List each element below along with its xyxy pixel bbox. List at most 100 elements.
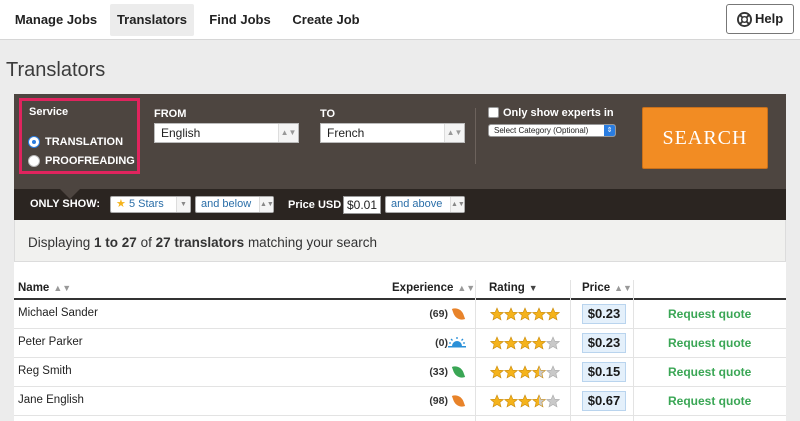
only-show-label: ONLY SHOW:	[30, 198, 101, 210]
sort-icon: ▲▼	[614, 283, 632, 293]
star-icon	[546, 307, 560, 321]
price-badge: $0.23	[582, 333, 626, 353]
request-quote-link[interactable]: Request quote	[668, 307, 751, 321]
row-separator	[14, 328, 786, 329]
experts-checkbox[interactable]	[488, 107, 499, 118]
rating-stars	[490, 365, 560, 379]
header-name-label: Name	[18, 282, 50, 294]
tab-manage-jobs[interactable]: Manage Jobs	[8, 4, 104, 36]
translation-label[interactable]: TRANSLATION	[45, 136, 123, 148]
lifebuoy-icon	[737, 12, 752, 27]
row-separator	[14, 386, 786, 387]
help-button[interactable]: Help	[726, 4, 794, 34]
header-rating[interactable]: Rating ▼	[489, 282, 538, 294]
header-price-label: Price	[582, 282, 611, 294]
translation-radio[interactable]	[28, 136, 40, 148]
stars-modifier-select[interactable]: and below ▲▼	[195, 196, 274, 213]
price-modifier-value: and above	[391, 198, 443, 210]
price-modifier-select[interactable]: and above ▲▼	[385, 196, 465, 213]
request-quote-link[interactable]: Request quote	[668, 394, 751, 408]
star-icon	[546, 336, 560, 350]
proofreading-label[interactable]: PROOFREADING	[45, 155, 135, 167]
to-label: TO	[320, 108, 336, 120]
category-value: Select Category (Optional)	[494, 126, 589, 135]
service-label: Service	[29, 106, 69, 118]
proofreading-radio[interactable]	[28, 155, 40, 167]
star-icon: ★	[116, 198, 126, 210]
star-icon	[518, 307, 532, 321]
top-nav: Manage Jobs Translators Find Jobs Create…	[0, 0, 800, 40]
star-icon	[546, 394, 560, 408]
star-icon	[518, 394, 532, 408]
experience-count: (0)	[435, 337, 448, 349]
price-badge: $0.67	[582, 391, 626, 411]
header-experience[interactable]: Experience ▲▼	[392, 282, 475, 294]
star-icon	[504, 336, 518, 350]
category-select[interactable]: Select Category (Optional) ⇕	[488, 124, 616, 137]
stars-select[interactable]: ★ 5 Stars ▼	[110, 196, 191, 213]
header-price[interactable]: Price ▲▼	[582, 282, 632, 294]
request-quote-link[interactable]: Request quote	[668, 336, 751, 350]
star-icon	[532, 365, 546, 379]
star-icon	[490, 394, 504, 408]
rating-stars	[490, 336, 560, 350]
experience-count: (33)	[429, 366, 448, 378]
results-summary-text: Displaying 1 to 27 of 27 translators mat…	[28, 235, 377, 250]
tab-find-jobs[interactable]: Find Jobs	[202, 4, 278, 36]
star-icon	[518, 365, 532, 379]
price-label: Price USD	[288, 199, 342, 211]
star-icon	[532, 336, 546, 350]
column-divider	[633, 280, 634, 421]
search-button[interactable]: SEARCH	[642, 107, 768, 169]
star-icon	[490, 365, 504, 379]
page-title: Translators	[6, 59, 106, 81]
select-arrow-icon: ▲▼	[259, 197, 274, 212]
sort-icon: ▲▼	[53, 283, 72, 293]
table-header-line	[14, 298, 786, 300]
column-divider	[475, 280, 476, 421]
select-arrow-icon: ▲▼	[450, 197, 465, 212]
request-quote-link[interactable]: Request quote	[668, 365, 751, 379]
header-name[interactable]: Name ▲▼	[18, 282, 71, 294]
from-label: FROM	[154, 108, 187, 120]
star-icon	[532, 394, 546, 408]
price-input[interactable]: $0.01	[343, 196, 381, 214]
tab-translators[interactable]: Translators	[110, 4, 194, 36]
rating-stars	[490, 307, 560, 321]
sunrise-icon	[448, 337, 466, 348]
summary-total: 27 translators	[155, 235, 245, 250]
translator-name[interactable]: Jane English	[18, 394, 84, 406]
translator-name[interactable]: Michael Sander	[18, 307, 98, 319]
chevron-down-icon: ▼	[176, 197, 190, 212]
star-icon	[518, 336, 532, 350]
experience-count: (69)	[429, 308, 448, 320]
star-icon	[490, 336, 504, 350]
star-icon	[546, 365, 560, 379]
to-select[interactable]: French ▲▼	[320, 123, 465, 143]
star-icon	[504, 365, 518, 379]
header-experience-label: Experience	[392, 282, 454, 294]
to-value: French	[327, 126, 365, 140]
summary-of: of	[140, 235, 152, 250]
star-icon	[504, 394, 518, 408]
select-arrow-icon: ▲▼	[444, 124, 464, 142]
sort-icon: ▲▼	[457, 283, 476, 293]
price-badge: $0.15	[582, 362, 626, 382]
from-select[interactable]: English ▲▼	[154, 123, 299, 143]
experts-label: Only show experts in	[503, 107, 614, 119]
star-icon	[504, 307, 518, 321]
sort-desc-icon: ▼	[528, 283, 538, 293]
tab-create-job[interactable]: Create Job	[286, 4, 366, 36]
rating-stars	[490, 394, 560, 408]
translator-name[interactable]: Peter Parker	[18, 336, 83, 348]
experience-count: (98)	[429, 395, 448, 407]
translator-name[interactable]: Reg Smith	[18, 365, 72, 377]
column-divider	[570, 280, 571, 421]
summary-suffix: matching your search	[247, 235, 377, 250]
row-separator	[14, 415, 786, 416]
stars-modifier-value: and below	[201, 198, 252, 210]
price-badge: $0.23	[582, 304, 626, 324]
help-label: Help	[755, 11, 784, 26]
summary-range: 1 to 27	[94, 235, 137, 250]
select-arrow-icon: ▲▼	[278, 124, 298, 142]
